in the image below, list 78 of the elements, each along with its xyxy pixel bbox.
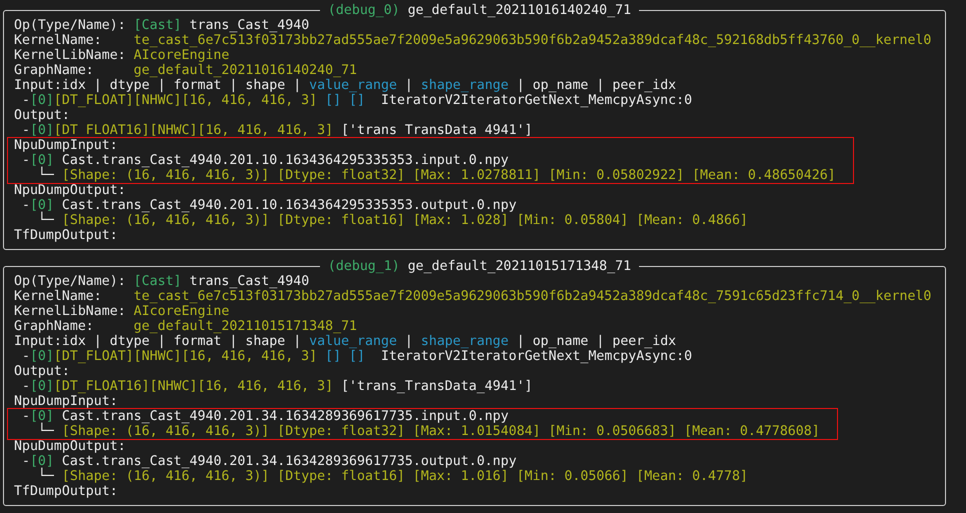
value-text: ge_default_20211015171348_71 [134,319,358,334]
output-text: Cast.trans_Cast_4940.201.34.1634289369617735.input.0.npy [62,409,509,424]
tag-text: (debug_0) [328,3,400,18]
output-text: ge_default_20211016140240_71 [408,3,632,18]
output-text: - [22,349,30,364]
value-text: AIcoreEngine [134,304,230,319]
range-text: shape_range [420,78,509,93]
output-text: - [22,198,30,213]
output-text: Cast.trans_Cast_4940.201.10.1634364295335353.output.0.npy [62,198,517,213]
output-text: | op_name | peer_idx [516,334,676,349]
tag-text: [0] [30,454,54,469]
field-label: KernelLibName: [14,48,127,63]
value-text: te_cast_6e7c513f03173bb27ad555ae7f2009e5a9629063b590f6b2a9452a389dcaf48c_592168db5ff43760_0__kernel0 [134,33,932,48]
output-text: - [22,379,30,394]
value-text: te_cast_6e7c513f03173bb27ad555ae7f2009e5a9629063b590f6b2a9452a389dcaf48c_7591c65d23ffc714_0__kernel0 [134,289,932,304]
output-text: - [22,454,30,469]
output-text: Cast.trans_Cast_4940.201.34.1634289369617735.output.0.npy [62,454,517,469]
tag-text: [0] [30,349,54,364]
output-text: Cast.trans_Cast_4940.201.10.1634364295335353.input.0.npy [62,153,509,168]
tag-text: [0] [30,123,54,138]
output-text: - [22,409,30,424]
output-text: | [404,334,413,349]
value-text: [DT_FLOAT][NHWC][16, 416, 416, 3] [54,349,318,364]
field-label: KernelName: [14,289,103,304]
tag-text: [Cast] [134,274,182,289]
output-text: Output: [14,108,70,123]
output-text: - [22,153,30,168]
range-text: shape_range [420,334,509,349]
output-text: NpuDumpOutput: [14,439,126,454]
output-text: Input:idx | dtype | format | shape | [14,78,302,93]
output-text: └─ [38,469,54,484]
output-text: - [22,123,30,138]
range-text: [] [] [325,93,366,108]
output-text: trans_Cast_4940 [190,18,310,33]
output-text: ge_default_20211015171348_71 [408,259,632,274]
field-label: KernelLibName: [14,304,127,319]
output-text: NpuDumpInput: [14,394,118,409]
field-label: Op(Type/Name): [14,18,127,33]
value-text: [Shape: (16, 416, 416, 3)] [Dtype: float16] [Max: 1.028] [Min: 0.05804] [Mean: 0.4866] [62,213,748,228]
tag-text: [0] [30,379,54,394]
output-text: Output: [14,364,70,379]
field-label: GraphName: [14,63,95,78]
field-label: KernelName: [14,33,103,48]
tag-text: (debug_1) [328,259,400,274]
value-text: [DT_FLOAT][NHWC][16, 416, 416, 3] [54,93,318,108]
value-text: ge_default_20211016140240_71 [134,63,358,78]
output-text: NpuDumpOutput: [14,183,126,198]
output-text: IteratorV2IteratorGetNext_MemcpyAsync:0 [380,349,692,364]
range-text: value_range [309,78,397,93]
output-text: NpuDumpInput: [14,138,118,153]
output-text: ['trans TransData 4941'] [341,123,533,138]
tag-text: [0] [30,198,54,213]
value-text: [DT FLOAT16][NHWC][16, 416, 416, 3] [54,123,334,138]
tag-text: [0] [30,409,54,424]
range-text: value_range [309,334,397,349]
range-text: [] [] [325,349,366,364]
output-text: - [22,93,30,108]
output-text: IteratorV2IteratorGetNext_MemcpyAsync:0 [380,93,692,108]
output-text: Input:idx | dtype | format | shape | [14,334,302,349]
output-text: ['trans_TransData_4941'] [341,379,533,394]
output-text: └─ [38,424,54,439]
value-text: [DT_FLOAT16][NHWC][16, 416, 416, 3] [54,379,334,394]
value-text: [Shape: (16, 416, 416, 3)] [Dtype: float32] [Max: 1.0154084] [Min: 0.0506683] [Mean: 0.4778608] [62,424,820,439]
tag-text: [0] [30,153,54,168]
value-text: [Shape: (16, 416, 416, 3)] [Dtype: float16] [Max: 1.016] [Min: 0.05066] [Mean: 0.4778] [62,469,748,484]
output-text: TfDumpOutput: [14,228,118,243]
value-text: [Shape: (16, 416, 416, 3)] [Dtype: float32] [Max: 1.0278811] [Min: 0.05802922] [Mean: 0.48650426] [62,168,836,183]
output-text: | [404,78,413,93]
value-text: AIcoreEngine [134,48,230,63]
field-label: GraphName: [14,319,95,334]
output-text: TfDumpOutput: [14,484,118,499]
field-label: Op(Type/Name): [14,274,127,289]
tag-text: [0] [30,93,54,108]
output-text: └─ [38,213,54,228]
output-text: | op_name | peer_idx [516,78,676,93]
output-text: └─ [38,168,54,183]
tag-text: [Cast] [134,18,182,33]
output-text: trans_Cast_4940 [190,274,310,289]
